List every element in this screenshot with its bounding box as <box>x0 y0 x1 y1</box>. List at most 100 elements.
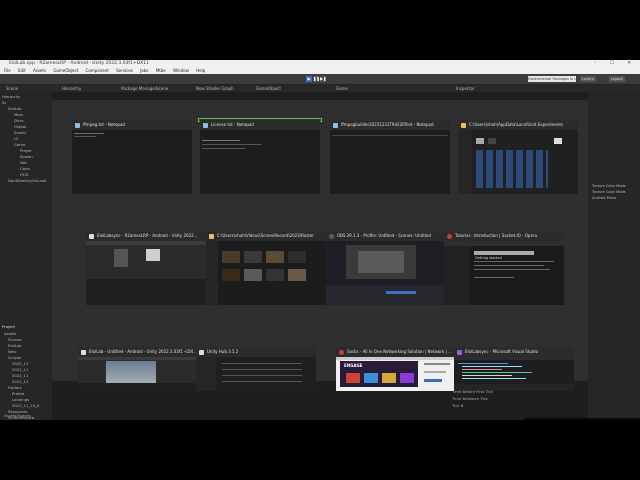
notepad-icon <box>75 122 80 128</box>
project-item[interactable]: ElolLab <box>8 343 22 348</box>
hierarchy-item[interactable]: Spawn <box>20 154 33 159</box>
window-preview <box>86 241 206 305</box>
hierarchy-panel: Hierarchy Sc ElolLab Main Direc Global E… <box>0 92 52 420</box>
menu-assets[interactable]: Assets <box>33 68 46 73</box>
task-window-title: ElolLabsync - R2amesLRP - Android - Unit… <box>97 233 198 238</box>
project-item[interactable]: Prefab <box>12 391 24 396</box>
menu-mtbe[interactable]: Mtbe <box>156 68 166 73</box>
window-titlebar: ElolLab.cpp - R2amesLRP - Android - Unit… <box>0 60 640 67</box>
step-button[interactable]: ▶❚ <box>320 76 326 82</box>
task-window-title: ffmpeg.txt - Notepad <box>83 122 125 127</box>
tab-new-shader-graph[interactable]: New Shader Graph <box>190 85 234 92</box>
window-preview <box>326 241 446 305</box>
layout-dropdown[interactable]: Layout <box>609 76 625 82</box>
task-window-title: License.txt - Notepad <box>211 122 254 127</box>
project-item[interactable]: 2022_11 <box>12 373 28 378</box>
task-window-title: ElolLabsync - Microsoft Visual Studio <box>465 349 539 354</box>
play-button[interactable]: ▶ <box>306 76 312 82</box>
tab-gameobject[interactable]: GameObject <box>250 85 281 92</box>
task-window-title: Socks - All In One Networking Solution |… <box>347 349 452 354</box>
hierarchy-item[interactable]: Game <box>14 142 25 147</box>
window-preview <box>206 241 326 305</box>
hierarchy-item[interactable]: Player <box>20 148 32 153</box>
project-item[interactable]: 2022_11_24_0 <box>12 403 39 408</box>
project-item[interactable]: Scripts <box>8 355 21 360</box>
hierarchy-item[interactable]: Net <box>20 160 27 165</box>
visual-studio-icon <box>457 349 462 355</box>
tab-inspector[interactable]: Inspector <box>450 85 475 92</box>
task-window-title: C:\Users\shoh\AppData\Local\Unit Experim… <box>469 122 564 127</box>
project-item[interactable]: Folders <box>8 385 22 390</box>
project-item[interactable]: Netc <box>8 349 17 354</box>
window-preview <box>72 130 192 194</box>
project-item[interactable]: Scenes <box>8 337 22 342</box>
window-preview <box>196 357 316 391</box>
store-banner-text: ENGAGE <box>344 363 363 368</box>
inspector-field: Time Before First Tick <box>452 389 493 394</box>
unity-hub-icon <box>199 349 204 355</box>
layers-dropdown[interactable]: Layers <box>580 76 596 82</box>
menu-window[interactable]: Window <box>173 68 189 73</box>
folder-icon <box>209 233 214 239</box>
tab-hierarchy[interactable]: Hierarchy <box>56 85 81 92</box>
hierarchy-item[interactable]: HUD <box>20 172 29 177</box>
hierarchy-item[interactable]: Sc <box>2 100 7 105</box>
window-preview <box>330 130 450 194</box>
task-window-title: ElolLab - Untitled - Android - Unity 202… <box>89 349 198 354</box>
window-controls[interactable]: – ☐ ✕ <box>594 60 637 67</box>
hierarchy-item[interactable]: Main <box>14 112 23 117</box>
project-item[interactable]: 2022_11 <box>12 367 28 372</box>
task-window-title: OBS 29.1.3 - Profile: Untitled - Scenes:… <box>337 233 431 238</box>
opera-icon <box>447 233 452 239</box>
tab-scene-left[interactable]: Scene <box>0 85 18 92</box>
project-item[interactable]: 2022_11 <box>12 361 28 366</box>
menu-file[interactable]: File <box>4 68 11 73</box>
notepad-icon <box>333 122 338 128</box>
menu-help[interactable]: Help <box>196 68 205 73</box>
hierarchy-item[interactable]: Direc <box>14 118 24 123</box>
project-path: Assets/Scenes <box>4 413 32 418</box>
hierarchy-item[interactable]: Eventi <box>14 130 26 135</box>
hierarchy-item[interactable]: Global <box>14 124 26 129</box>
menu-jobs[interactable]: Jobs <box>140 68 148 73</box>
project-header: Project <box>2 324 15 329</box>
hierarchy-item[interactable]: DontDestroyOnLoad <box>8 178 46 183</box>
inspector-field: Tick B <box>452 403 464 408</box>
task-window-title: Tutorial - Introduction | Socket.IO - Op… <box>455 233 538 238</box>
tab-game[interactable]: Game <box>330 85 348 92</box>
opera-icon <box>339 349 344 355</box>
hierarchy-item[interactable]: Cana <box>20 166 30 171</box>
unity-icon <box>81 349 86 355</box>
project-item[interactable]: Assets <box>4 331 16 336</box>
inspector-line: Texture Color Mode <box>592 184 626 188</box>
obs-icon <box>329 233 334 239</box>
window-preview <box>458 130 578 194</box>
hierarchy-header: Hierarchy <box>2 94 21 99</box>
playback-controls: ▶ ❚❚▶❚ <box>306 76 330 82</box>
letterbox-bottom <box>0 420 640 480</box>
tab-scene[interactable]: Scene <box>150 85 168 92</box>
toolbar: ▶ ❚❚▶❚ Experimental Packages In Use Layer… <box>0 74 640 85</box>
window-preview <box>200 130 320 194</box>
web-page-heading: Getting started <box>475 256 502 260</box>
project-item[interactable]: 2022_12 <box>12 379 28 384</box>
menu-services[interactable]: Services <box>116 68 133 73</box>
menu-bar: File Edit Assets GameObject Component Se… <box>0 67 640 74</box>
experimental-packages-banner[interactable]: Experimental Packages In Use <box>528 76 576 82</box>
desktop-screen: ElolLab.cpp - R2amesLRP - Android - Unit… <box>0 60 640 420</box>
window-title: ElolLab.cpp - R2amesLRP - Android - Unit… <box>9 61 149 66</box>
pause-button[interactable]: ❚❚ <box>313 76 320 82</box>
menu-gameobject[interactable]: GameObject <box>53 68 78 73</box>
menu-edit[interactable]: Edit <box>18 68 26 73</box>
letterbox-top <box>0 0 640 60</box>
window-preview <box>78 357 198 391</box>
hierarchy-item[interactable]: ElolLab <box>8 106 22 111</box>
window-preview: ENGAGE <box>336 357 456 391</box>
hierarchy-item[interactable]: UI <box>14 136 18 141</box>
menu-component[interactable]: Component <box>86 68 109 73</box>
inspector-panel: Texture Color Mode Texture Color Mode An… <box>588 92 640 420</box>
unity-icon <box>89 233 94 239</box>
inspector-line: Texture Color Mode <box>592 190 626 194</box>
project-item[interactable]: Landings <box>12 397 29 402</box>
task-window-title: Unity Hub 3.5.2 <box>207 349 239 354</box>
